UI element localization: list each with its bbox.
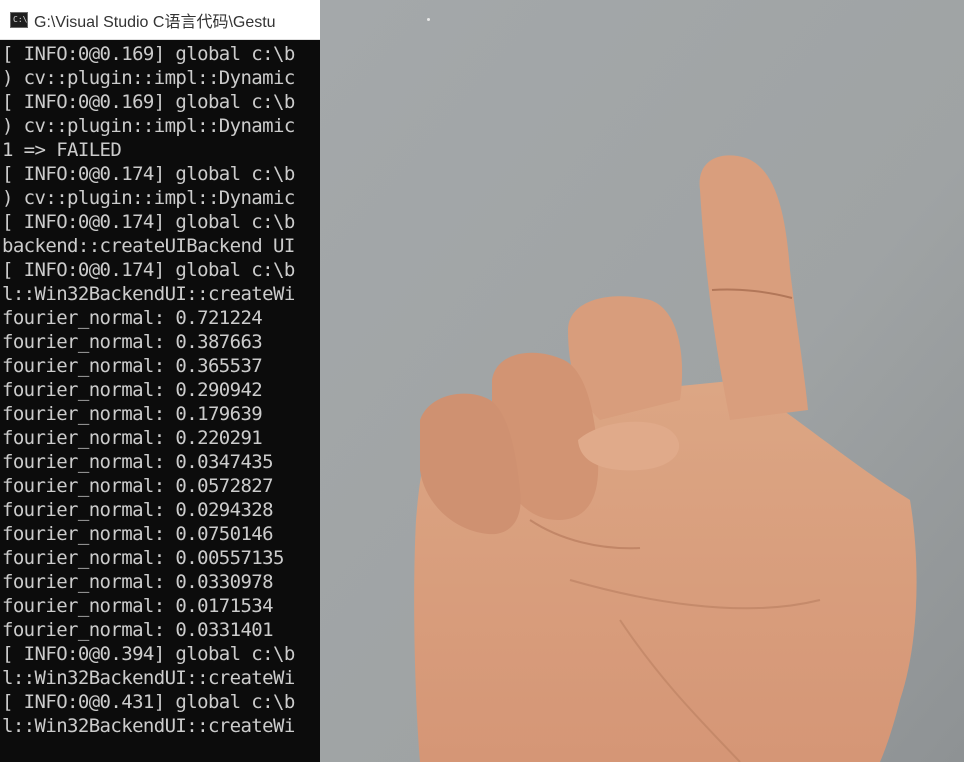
- hand-image: [414, 155, 917, 762]
- console-line: l::Win32BackendUI::createWi: [2, 283, 295, 305]
- console-line: fourier_normal: 0.00557135: [2, 547, 284, 569]
- console-line: fourier_normal: 0.0171534: [2, 595, 274, 617]
- console-line: backend::createUIBackend UI: [2, 235, 295, 257]
- console-line: [ INFO:0@0.394] global c:\b: [2, 643, 295, 665]
- console-line: l::Win32BackendUI::createWi: [2, 715, 295, 737]
- console-window[interactable]: C:\ G:\Visual Studio C语言代码\Gestu [ INFO:…: [0, 0, 320, 762]
- console-line: 1 => FAILED: [2, 139, 122, 161]
- console-line: fourier_normal: 0.0572827: [2, 475, 274, 497]
- console-line: [ INFO:0@0.174] global c:\b: [2, 211, 295, 233]
- console-line: fourier_normal: 0.0331401: [2, 619, 274, 641]
- console-titlebar[interactable]: C:\ G:\Visual Studio C语言代码\Gestu: [0, 0, 320, 40]
- console-line: ) cv::plugin::impl::Dynamic: [2, 187, 295, 209]
- console-line: fourier_normal: 0.220291: [2, 427, 263, 449]
- console-line: fourier_normal: 0.0294328: [2, 499, 274, 521]
- console-app-icon: C:\: [10, 11, 28, 28]
- console-line: fourier_normal: 0.0750146: [2, 523, 274, 545]
- console-line: [ INFO:0@0.169] global c:\b: [2, 91, 295, 113]
- console-line: [ INFO:0@0.431] global c:\b: [2, 691, 295, 713]
- console-line: [ INFO:0@0.169] global c:\b: [2, 43, 295, 65]
- console-line: fourier_normal: 0.0330978: [2, 571, 274, 593]
- console-line: l::Win32BackendUI::createWi: [2, 667, 295, 689]
- console-line: [ INFO:0@0.174] global c:\b: [2, 163, 295, 185]
- console-line: ) cv::plugin::impl::Dynamic: [2, 67, 295, 89]
- console-line: fourier_normal: 0.365537: [2, 355, 263, 377]
- console-line: fourier_normal: 0.179639: [2, 403, 263, 425]
- camera-view: [320, 0, 964, 762]
- console-line: fourier_normal: 0.0347435: [2, 451, 274, 473]
- console-line: ) cv::plugin::impl::Dynamic: [2, 115, 295, 137]
- dust-speck: [427, 18, 430, 21]
- console-line: fourier_normal: 0.387663: [2, 331, 263, 353]
- window-title: G:\Visual Studio C语言代码\Gestu: [34, 13, 276, 31]
- console-output[interactable]: [ INFO:0@0.169] global c:\b) cv::plugin:…: [0, 40, 320, 762]
- console-line: fourier_normal: 0.721224: [2, 307, 263, 329]
- console-line: [ INFO:0@0.174] global c:\b: [2, 259, 295, 281]
- console-line: fourier_normal: 0.290942: [2, 379, 263, 401]
